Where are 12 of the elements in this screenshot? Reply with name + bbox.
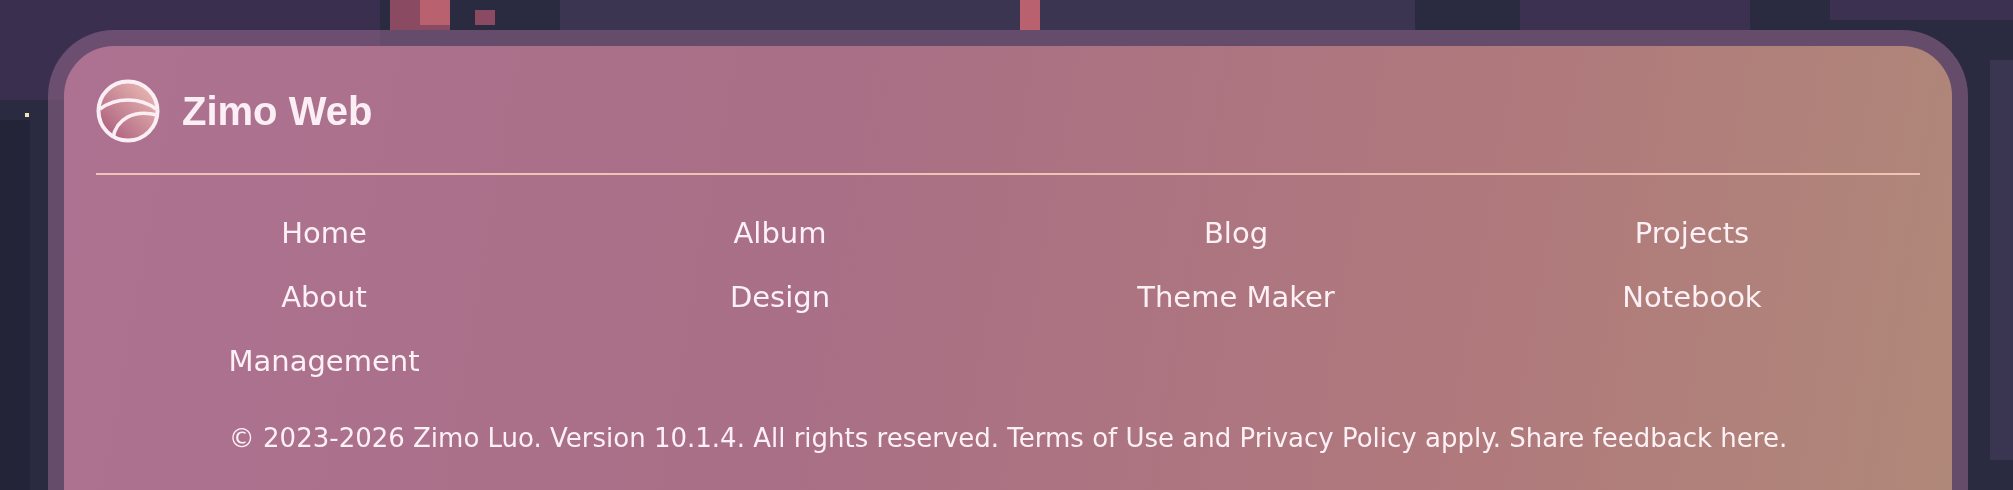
nav-link[interactable]: Management [228, 344, 420, 378]
copyright-text: © 2023-2026 Zimo Luo. Version 10.1.4. All rights reserved. Terms of Use and Privacy Policy apply. Share feedback here. [228, 423, 1788, 453]
nav-link[interactable]: Design [729, 280, 831, 314]
nav-link[interactable]: Projects [1634, 216, 1750, 250]
site-title: Zimo Web [182, 88, 373, 134]
nav-link[interactable]: Blog [1203, 216, 1269, 250]
nav-link[interactable]: Notebook [1622, 280, 1762, 314]
nav-link[interactable]: Home [281, 216, 367, 250]
nav-link[interactable]: Theme Maker [1137, 280, 1335, 314]
nav-link[interactable]: Album [733, 216, 827, 250]
nav-link[interactable]: About [281, 280, 367, 314]
logo-icon [96, 79, 160, 143]
